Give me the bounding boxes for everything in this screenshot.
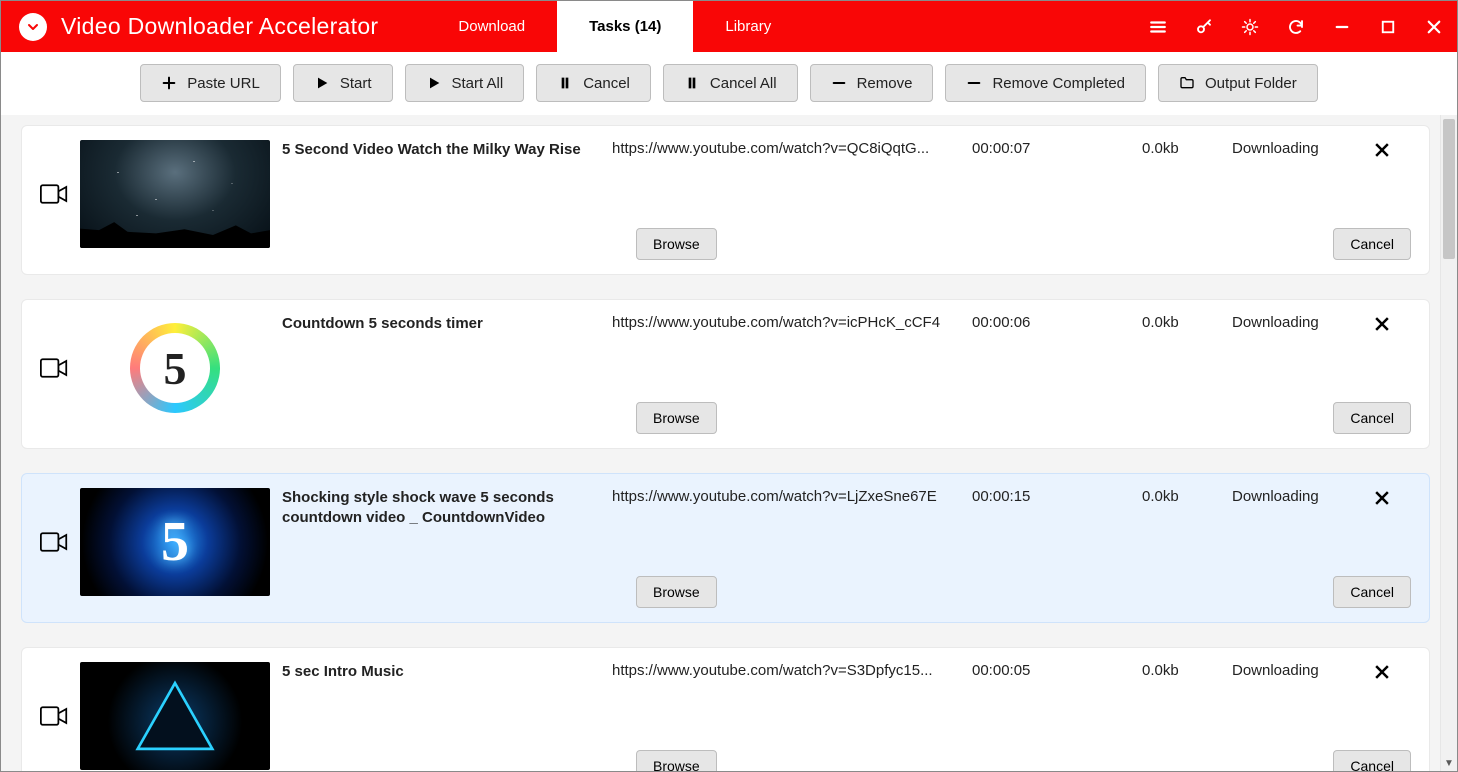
app-window: Video Downloader Accelerator Download Ta…	[0, 0, 1458, 772]
video-type-icon	[40, 662, 80, 726]
cancel-all-button[interactable]: Cancel All	[663, 64, 798, 102]
video-type-icon	[40, 140, 80, 204]
folder-icon	[1179, 75, 1195, 91]
content-area: 5 Second Video Watch the Milky Way Rise …	[1, 115, 1457, 771]
maximize-icon[interactable]	[1365, 1, 1411, 52]
remove-completed-button[interactable]: Remove Completed	[945, 64, 1146, 102]
task-row[interactable]: 5 sec Intro Music https://www.youtube.co…	[21, 647, 1430, 771]
browse-button[interactable]: Browse	[636, 402, 717, 434]
app-title: Video Downloader Accelerator	[61, 13, 378, 40]
minimize-icon[interactable]	[1319, 1, 1365, 52]
scrollbar-thumb[interactable]	[1443, 119, 1455, 259]
start-all-button[interactable]: Start All	[405, 64, 525, 102]
task-row[interactable]: 5 Shocking style shock wave 5 seconds co…	[21, 473, 1430, 623]
browse-button[interactable]: Browse	[636, 576, 717, 608]
task-duration: 00:00:06	[972, 314, 1142, 331]
tab-download[interactable]: Download	[426, 1, 557, 52]
task-title: Shocking style shock wave 5 seconds coun…	[282, 488, 612, 529]
task-thumbnail	[80, 140, 270, 248]
task-thumbnail: 5	[80, 488, 270, 596]
close-icon[interactable]	[1372, 314, 1392, 334]
row-cancel-button[interactable]: Cancel	[1333, 402, 1411, 434]
close-window-icon[interactable]	[1411, 1, 1457, 52]
plus-icon	[161, 75, 177, 91]
task-duration: 00:00:05	[972, 662, 1142, 679]
task-duration: 00:00:07	[972, 140, 1142, 157]
close-icon[interactable]	[1372, 488, 1392, 508]
cancel-all-label: Cancel All	[710, 75, 777, 92]
row-cancel-button[interactable]: Cancel	[1333, 576, 1411, 608]
row-cancel-button[interactable]: Cancel	[1333, 750, 1411, 771]
task-size: 0.0kb	[1142, 488, 1232, 505]
remove-label: Remove	[857, 75, 913, 92]
task-size: 0.0kb	[1142, 662, 1232, 679]
task-url: https://www.youtube.com/watch?v=LjZxeSne…	[612, 488, 972, 505]
cancel-label: Cancel	[583, 75, 630, 92]
tab-library[interactable]: Library	[693, 1, 803, 52]
task-title: Countdown 5 seconds timer	[282, 314, 612, 334]
task-status: Downloading	[1232, 314, 1352, 331]
tab-tasks[interactable]: Tasks (14)	[557, 1, 693, 52]
menu-icon[interactable]	[1135, 1, 1181, 52]
paste-url-button[interactable]: Paste URL	[140, 64, 281, 102]
task-thumbnail: 5	[80, 314, 270, 422]
task-duration: 00:00:15	[972, 488, 1142, 505]
task-title: 5 Second Video Watch the Milky Way Rise	[282, 140, 612, 160]
start-label: Start	[340, 75, 372, 92]
play-icon	[426, 75, 442, 91]
paste-url-label: Paste URL	[187, 75, 260, 92]
browse-button[interactable]: Browse	[636, 228, 717, 260]
video-type-icon	[40, 314, 80, 378]
toolbar: Paste URL Start Start All Cancel Cancel …	[1, 52, 1457, 115]
task-title: 5 sec Intro Music	[282, 662, 612, 682]
row-cancel-button[interactable]: Cancel	[1333, 228, 1411, 260]
app-logo-icon	[19, 13, 47, 41]
gear-icon[interactable]	[1227, 1, 1273, 52]
remove-completed-label: Remove Completed	[992, 75, 1125, 92]
close-icon[interactable]	[1372, 662, 1392, 682]
app-logo-area: Video Downloader Accelerator	[1, 1, 396, 52]
remove-button[interactable]: Remove	[810, 64, 934, 102]
minus-icon	[831, 75, 847, 91]
task-status: Downloading	[1232, 662, 1352, 679]
task-size: 0.0kb	[1142, 314, 1232, 331]
browse-button[interactable]: Browse	[636, 750, 717, 771]
start-all-label: Start All	[452, 75, 504, 92]
task-status: Downloading	[1232, 140, 1352, 157]
task-url: https://www.youtube.com/watch?v=icPHcK_c…	[612, 314, 972, 331]
output-folder-button[interactable]: Output Folder	[1158, 64, 1318, 102]
title-bar: Video Downloader Accelerator Download Ta…	[1, 1, 1457, 52]
play-icon	[314, 75, 330, 91]
task-url: https://www.youtube.com/watch?v=QC8iQqtG…	[612, 140, 972, 157]
refresh-icon[interactable]	[1273, 1, 1319, 52]
title-bar-icons	[1135, 1, 1457, 52]
key-icon[interactable]	[1181, 1, 1227, 52]
pause-icon	[557, 75, 573, 91]
pause-icon	[684, 75, 700, 91]
minus-icon	[966, 75, 982, 91]
scrollbar[interactable]: ▲ ▼	[1440, 115, 1457, 771]
scroll-down-icon[interactable]: ▼	[1441, 755, 1457, 771]
close-icon[interactable]	[1372, 140, 1392, 160]
main-tabs: Download Tasks (14) Library	[426, 1, 803, 52]
task-size: 0.0kb	[1142, 140, 1232, 157]
task-row[interactable]: 5 Second Video Watch the Milky Way Rise …	[21, 125, 1430, 275]
output-folder-label: Output Folder	[1205, 75, 1297, 92]
task-list: 5 Second Video Watch the Milky Way Rise …	[1, 115, 1440, 771]
task-thumbnail	[80, 662, 270, 770]
video-type-icon	[40, 488, 80, 552]
start-button[interactable]: Start	[293, 64, 393, 102]
cancel-button[interactable]: Cancel	[536, 64, 651, 102]
task-status: Downloading	[1232, 488, 1352, 505]
task-row[interactable]: 5 Countdown 5 seconds timer https://www.…	[21, 299, 1430, 449]
task-url: https://www.youtube.com/watch?v=S3Dpfyc1…	[612, 662, 972, 679]
